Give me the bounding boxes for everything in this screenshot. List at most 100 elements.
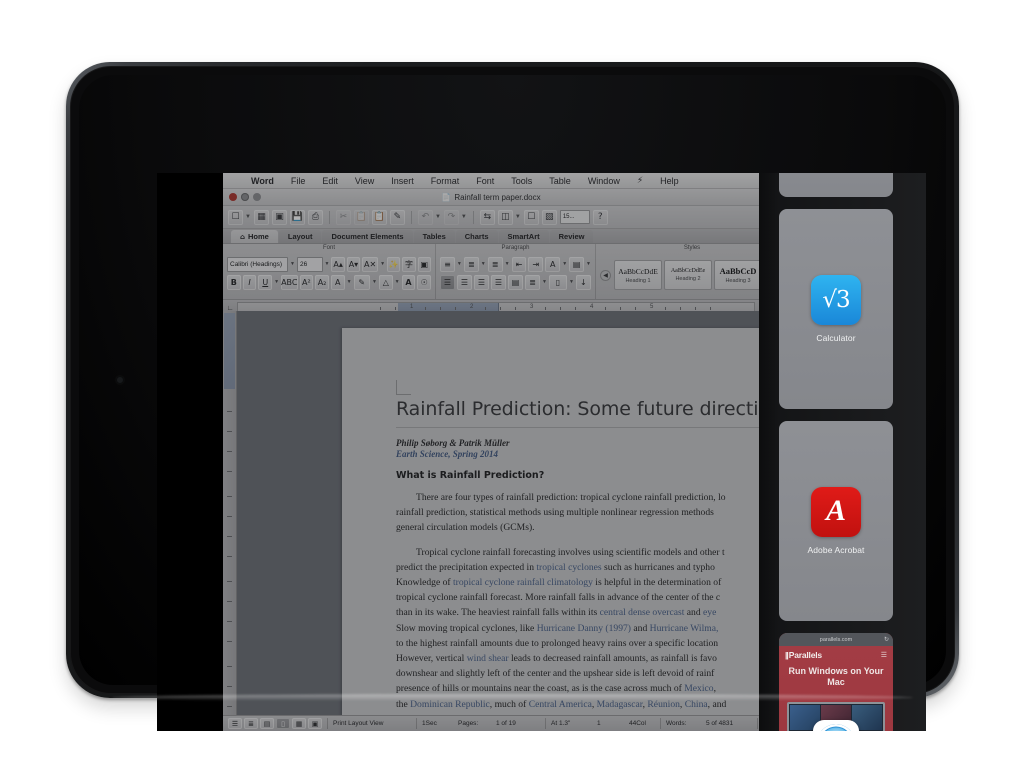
- character-spacing-icon[interactable]: ☉: [417, 274, 432, 290]
- link-wind-shear[interactable]: wind shear: [467, 653, 509, 664]
- new-doc-icon[interactable]: ☐: [228, 209, 243, 225]
- text-shadow-chevron-down-icon[interactable]: ▼: [395, 279, 400, 285]
- gallery-icon[interactable]: ▧: [541, 209, 557, 225]
- borders-icon[interactable]: ▤: [569, 256, 585, 272]
- character-border-icon[interactable]: ▣: [417, 256, 431, 272]
- font-name-input[interactable]: Calibri (Headings): [227, 256, 289, 272]
- italic-icon[interactable]: I: [242, 274, 257, 290]
- app-card-calculator[interactable]: √3 Calculator: [779, 209, 893, 409]
- app-card-adobe-acrobat[interactable]: A Adobe Acrobat: [779, 421, 893, 621]
- print-icon[interactable]: ⎙: [307, 209, 323, 225]
- save-as-icon[interactable]: ▣: [271, 209, 287, 225]
- align-left-icon[interactable]: ☰: [440, 274, 455, 290]
- menu-item-file[interactable]: File: [291, 176, 306, 186]
- align-right-icon[interactable]: ☰: [474, 274, 489, 290]
- menu-item-tools[interactable]: Tools: [511, 176, 532, 186]
- print-layout-icon[interactable]: ▯: [276, 718, 290, 729]
- bold-icon[interactable]: B: [227, 274, 241, 290]
- outline-view-icon[interactable]: ≣: [244, 718, 258, 729]
- sort-icon[interactable]: ↓: [575, 274, 591, 290]
- shrink-font-icon[interactable]: A▾: [346, 256, 361, 272]
- align-center-icon[interactable]: ☰: [457, 274, 472, 290]
- undo-icon[interactable]: ↶: [417, 209, 433, 225]
- canvas-body[interactable]: Rainfall Prediction: Some future directi…: [237, 311, 759, 716]
- borders-chevron-down-icon[interactable]: ▼: [586, 261, 591, 267]
- phonetic-guide-icon[interactable]: 字: [402, 256, 416, 272]
- text-fill-icon[interactable]: A: [401, 274, 416, 290]
- zoom-button[interactable]: [253, 193, 261, 201]
- hamburger-icon[interactable]: ☰: [881, 651, 887, 659]
- format-painter-icon[interactable]: ✎: [389, 209, 405, 225]
- font-color-icon[interactable]: A: [330, 274, 345, 290]
- subscript-icon[interactable]: A₂: [315, 274, 329, 290]
- app-switcher-panel[interactable]: √3 Calculator A Adobe Acrobat parallels.…: [759, 173, 926, 731]
- link-central-dense-overcast[interactable]: central dense overcast: [600, 607, 685, 618]
- zoom-level-input[interactable]: 15...: [559, 210, 590, 224]
- underline-icon[interactable]: U: [258, 274, 273, 290]
- multilevel-list-icon[interactable]: ≣: [487, 256, 503, 272]
- line-spacing-chevron-down-icon[interactable]: ▼: [542, 279, 547, 285]
- strikethrough-icon[interactable]: ABC: [281, 274, 298, 290]
- reload-icon[interactable]: ↻: [884, 636, 889, 643]
- full-screen-icon[interactable]: ▣: [308, 718, 322, 729]
- open-icon[interactable]: ▦: [253, 209, 269, 225]
- underline-chevron-down-icon[interactable]: ▼: [274, 279, 279, 285]
- publishing-layout-icon[interactable]: ▤: [260, 718, 274, 729]
- tab-layout[interactable]: Layout: [278, 230, 322, 243]
- help-icon[interactable]: ?: [592, 209, 608, 225]
- menu-item-table[interactable]: Table: [549, 176, 571, 186]
- redo-chevron-down-icon[interactable]: ▼: [461, 214, 467, 220]
- decrease-indent-icon[interactable]: ⇤: [511, 256, 527, 272]
- font-size-chevron-down-icon[interactable]: ▼: [325, 261, 330, 267]
- menu-item-window[interactable]: Window: [588, 176, 620, 186]
- redo-icon[interactable]: ↷: [443, 209, 459, 225]
- text-shadow-icon[interactable]: △: [378, 274, 393, 290]
- link-hurricane-wilma[interactable]: Hurricane Wilma,: [650, 623, 719, 634]
- tab-smartart[interactable]: SmartArt: [498, 230, 549, 243]
- notebook-layout-icon[interactable]: ▦: [292, 718, 306, 729]
- tab-tables[interactable]: Tables: [413, 230, 455, 243]
- vertical-ruler[interactable]: [223, 311, 237, 716]
- show-sidebar-icon[interactable]: ◫: [497, 209, 513, 225]
- menu-item-word[interactable]: Word: [251, 176, 274, 186]
- grow-font-icon[interactable]: A▴: [331, 256, 345, 272]
- document-canvas[interactable]: Rainfall Prediction: Some future directi…: [223, 311, 759, 716]
- bullets-icon[interactable]: ≡: [440, 256, 455, 272]
- menu-item-format[interactable]: Format: [431, 176, 460, 186]
- link-hurricane-danny[interactable]: Hurricane Danny (1997): [537, 623, 631, 634]
- clear-formatting-icon[interactable]: A✕: [362, 256, 379, 272]
- highlight-icon[interactable]: ✎: [353, 274, 370, 290]
- style-heading-3[interactable]: AaBbCcD Heading 3: [714, 260, 759, 290]
- multilevel-chevron-down-icon[interactable]: ▼: [505, 261, 510, 267]
- menu-item-font[interactable]: Font: [476, 176, 494, 186]
- shading-icon[interactable]: A: [545, 256, 561, 272]
- app-switcher-list[interactable]: √3 Calculator A Adobe Acrobat parallels.…: [779, 173, 906, 731]
- show-marks-chevron-down-icon[interactable]: ▼: [569, 279, 574, 285]
- numbering-icon[interactable]: ≣: [463, 256, 479, 272]
- show-marks-icon[interactable]: ▯: [548, 274, 567, 290]
- link-tropical-cyclone-rainfall-climatology[interactable]: tropical cyclone rainfall climatology: [453, 577, 593, 588]
- tab-review[interactable]: Review: [549, 230, 594, 243]
- text-effects-icon[interactable]: ✨: [387, 256, 401, 272]
- link-eyewall[interactable]: eye: [703, 607, 716, 618]
- menu-item-lightning-icon[interactable]: ⚡: [637, 176, 643, 186]
- app-card-partial[interactable]: [779, 173, 893, 197]
- new-doc-chevron-down-icon[interactable]: ▼: [245, 214, 251, 220]
- shading-chevron-down-icon[interactable]: ▼: [562, 261, 567, 267]
- draft-view-icon[interactable]: ☰: [228, 718, 242, 729]
- safari-address-bar[interactable]: parallels.com ↻: [779, 633, 893, 646]
- undo-chevron-down-icon[interactable]: ▼: [435, 214, 441, 220]
- menu-item-help[interactable]: Help: [660, 176, 679, 186]
- highlight-chevron-down-icon[interactable]: ▼: [372, 279, 377, 285]
- link-tropical-cyclones[interactable]: tropical cyclones: [536, 562, 601, 573]
- increase-indent-icon[interactable]: ⇥: [528, 256, 544, 272]
- app-card-safari[interactable]: parallels.com ↻ ||Parallels ☰ Run Window…: [779, 633, 893, 731]
- copy-icon[interactable]: 📋: [353, 209, 369, 225]
- columns-icon[interactable]: ⇆: [479, 209, 495, 225]
- new-window-icon[interactable]: ☐: [523, 209, 539, 225]
- styles-previous-icon[interactable]: ◀: [600, 269, 611, 281]
- justify-icon[interactable]: ☰: [491, 274, 506, 290]
- font-name-chevron-down-icon[interactable]: ▼: [290, 261, 295, 267]
- font-size-input[interactable]: 26: [297, 256, 323, 272]
- tab-charts[interactable]: Charts: [455, 230, 498, 243]
